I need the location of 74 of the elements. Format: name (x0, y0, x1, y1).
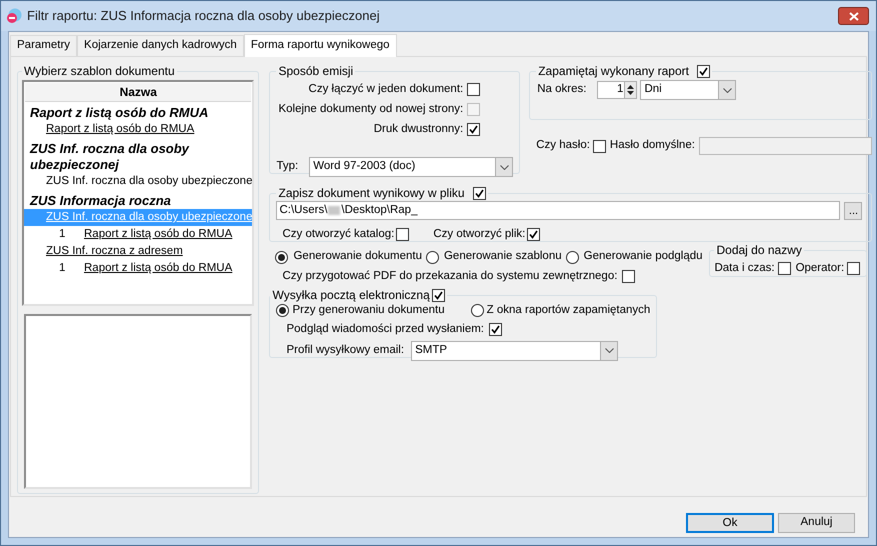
tab[interactable]: Kojarzenie danych kadrowych (77, 35, 244, 56)
number-spinner[interactable]: 1 (597, 81, 638, 99)
checkbox[interactable] (467, 123, 480, 136)
option-label: Kolejne dokumenty od nowej strony: (278, 102, 464, 117)
checkbox[interactable] (396, 228, 410, 242)
option-label: Generowanie szablonu (444, 249, 562, 264)
group-title: Zapamiętaj wykonany raport (538, 63, 689, 80)
password-field[interactable] (698, 137, 872, 155)
dropdown[interactable]: Dni (640, 80, 736, 100)
tree-item[interactable]: ZUS Inf. roczna dla osoby ubezpieczone (24, 173, 252, 190)
app-icon (6, 8, 22, 24)
column-header: Nazwa (25, 83, 252, 102)
option-label: Czy łączyć w jeden dokument: (308, 82, 464, 97)
tree-group[interactable]: ZUS Inf. roczna dla osoby ubezpieczonej (24, 138, 252, 173)
checkbox[interactable] (847, 262, 860, 276)
dropdown[interactable]: Word 97-2003 (doc) (309, 157, 514, 177)
checkbox[interactable] (527, 228, 540, 242)
checkbox[interactable] (489, 323, 502, 336)
chevron-down-icon (722, 88, 732, 92)
path-field[interactable]: C:\Users\ \Desktop\Rap_ (276, 201, 840, 220)
tree-group[interactable]: ZUS Informacja roczna (24, 190, 252, 209)
cancel-button[interactable]: Anuluj (778, 513, 855, 533)
tree-item[interactable]: Raport z listą osób do RMUA (24, 121, 252, 138)
tree-item[interactable]: Raport z listą osób do RMUA (84, 260, 232, 277)
browse-button[interactable]: ... (844, 202, 862, 220)
group-title: Dodaj do nazwy (716, 242, 802, 259)
row-number: 1 (59, 227, 66, 242)
checkbox[interactable] (778, 262, 791, 276)
close-icon (848, 12, 858, 20)
radio-button[interactable] (275, 250, 288, 264)
group-title: Zapisz dokument wynikowy w pliku (278, 185, 465, 202)
field-label: Na okres: (537, 82, 586, 98)
ok-button[interactable]: Ok (686, 513, 774, 533)
group-title: Wybierz szablon dokumentu (24, 63, 175, 80)
radio-button[interactable] (470, 304, 484, 318)
window-title: Filtr raportu: ZUS Informacja roczna dla osoby ubezpieczonej (27, 7, 380, 26)
blurred-text (328, 206, 340, 215)
option-label: Generowanie dokumentu (293, 249, 422, 264)
option-label: Przy generowaniu dokumentu (292, 303, 445, 318)
field-label: Czy hasło: (536, 138, 590, 154)
option-label: Z okna raportów zapamiętanych (486, 303, 650, 318)
field-label: Typ: (276, 159, 298, 174)
radio-button[interactable] (426, 250, 439, 264)
close-button[interactable] (838, 7, 869, 25)
checkbox[interactable] (472, 186, 486, 200)
option-label: Podgląd wiadomości przed wysłaniem: (286, 322, 484, 338)
option-label: Druk dwustronny: (374, 122, 464, 137)
field-label: Profil wysyłkowy email: (286, 342, 404, 358)
tab[interactable]: Parametry (10, 35, 78, 56)
option-label: Czy otworzyć plik: (433, 227, 526, 242)
chevron-down-icon (604, 348, 614, 353)
radio-button[interactable] (276, 304, 290, 318)
chevron-down-icon (500, 164, 509, 170)
checkbox[interactable] (467, 83, 480, 96)
field-label: Hasło domyślne: (610, 138, 695, 154)
tree-item[interactable]: Raport z listą osób do RMUA (84, 226, 232, 243)
option-label: Czy otworzyć katalog: (282, 227, 394, 242)
group-title: Wysyłka pocztą elektroniczną (272, 287, 430, 304)
option-label: Czy przygotować PDF do przekazania do systemu zewnętrznego: (282, 268, 618, 284)
dropdown[interactable]: SMTP (411, 340, 618, 360)
radio-button[interactable] (566, 250, 579, 264)
tab[interactable]: Forma raportu wynikowego (244, 34, 397, 57)
checkbox[interactable] (432, 288, 445, 302)
tree-item[interactable]: ZUS Inf. roczna z adresem (24, 243, 252, 260)
checkbox[interactable] (592, 140, 606, 152)
row-number: 1 (59, 261, 66, 276)
tree-group[interactable]: Raport z listą osób do RMUA (24, 102, 252, 121)
option-label: Generowanie podglądu (584, 249, 703, 264)
option-label: Data i czas: (714, 261, 775, 276)
group-title: Sposób emisji (278, 63, 354, 80)
checkbox[interactable] (696, 64, 710, 78)
option-label: Operator: (796, 261, 844, 276)
checkbox[interactable] (622, 270, 636, 283)
spin-arrows-icon (627, 84, 634, 96)
